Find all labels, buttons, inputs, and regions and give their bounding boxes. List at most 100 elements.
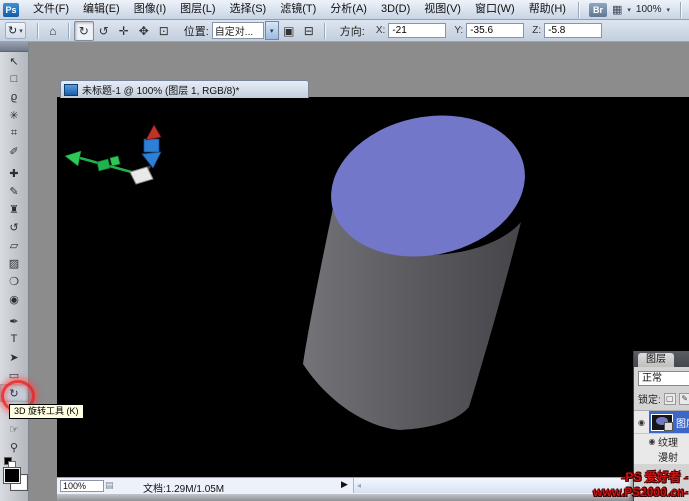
x-label: X: xyxy=(376,25,385,36)
tool-gradient[interactable]: ▨ xyxy=(0,254,28,272)
x-axis-box xyxy=(97,159,110,171)
lock-transparency-icon[interactable]: ▢ xyxy=(664,393,676,405)
tool-eraser[interactable]: ▱ xyxy=(0,236,28,254)
textures-row[interactable]: ◉ 纹理 xyxy=(634,434,689,449)
tool-history-brush[interactable]: ↺ xyxy=(0,218,28,236)
menu-window[interactable]: 窗口(W) xyxy=(468,0,522,19)
document-size-readout: 文档:1.29M/1.05M xyxy=(143,480,224,495)
3d-roll-mode-button[interactable]: ↺ xyxy=(94,21,114,41)
menu-select[interactable]: 选择(S) xyxy=(223,0,274,19)
menu-layer[interactable]: 图层(L) xyxy=(173,0,222,19)
widget-center-cube xyxy=(130,167,153,184)
chevron-down-icon[interactable]: ▾ xyxy=(265,21,279,40)
orientation-z-input[interactable] xyxy=(544,23,602,38)
dodge-tool-icon: ◉ xyxy=(9,293,19,306)
visibility-eye-icon[interactable]: ◉ xyxy=(646,437,658,446)
chevron-down-icon[interactable]: ▾ xyxy=(666,6,670,14)
lasso-tool-icon: ϱ xyxy=(11,91,17,103)
gradient-tool-icon: ▨ xyxy=(9,257,19,270)
path-selection-tool-icon: ➤ xyxy=(9,351,18,364)
divider xyxy=(324,23,325,39)
bridge-button[interactable]: Br xyxy=(589,3,607,17)
crop-tool-icon: ⌗ xyxy=(11,127,17,140)
3d-rotate-icon: ↻ xyxy=(8,24,17,37)
diffuse-row[interactable]: 漫射 xyxy=(634,449,689,464)
document-tab[interactable]: 未标题-1 @ 100% (图层 1, RGB/8)* xyxy=(60,80,309,98)
divider xyxy=(578,2,579,18)
diffuse-label: 漫射 xyxy=(658,449,678,464)
panel-tab-strip: 图层 xyxy=(634,351,689,367)
tool-blur[interactable]: ❍ xyxy=(0,272,28,290)
tool-quick-selection[interactable]: ✳ xyxy=(0,106,28,124)
blur-tool-icon: ❍ xyxy=(9,275,19,288)
tool-pen[interactable]: ✒ xyxy=(0,312,28,330)
foreground-color-swatch[interactable] xyxy=(4,468,20,483)
menu-view[interactable]: 视图(V) xyxy=(417,0,468,19)
palette-grip[interactable] xyxy=(0,42,28,52)
orientation-x-input[interactable] xyxy=(388,23,446,38)
tool-eyedropper[interactable]: ✐ xyxy=(0,142,28,160)
document-canvas[interactable] xyxy=(57,97,689,477)
3d-slide-mode-button[interactable]: ✥ xyxy=(134,21,154,41)
scroll-left-icon[interactable]: ◂ xyxy=(357,481,361,490)
save-view-button[interactable]: ▣ xyxy=(279,21,299,41)
visibility-eye-icon[interactable]: ◉ xyxy=(634,418,649,427)
photoshop-logo-icon[interactable]: Ps xyxy=(3,3,19,17)
tool-path-selection[interactable]: ➤ xyxy=(0,348,28,366)
menu-help[interactable]: 帮助(H) xyxy=(522,0,573,19)
tool-crop[interactable]: ⌗ xyxy=(0,124,28,142)
tool-zoom[interactable]: ⚲ xyxy=(0,438,28,456)
menu-analysis[interactable]: 分析(A) xyxy=(323,0,374,19)
tool-tooltip: 3D 旋转工具 (K) xyxy=(9,404,84,419)
options-bar: ↻ ▾ ⌂ ↻ ↺ ✛ ✥ ⊡ 位置: 自定对... ▾ ▣ ⊟ 方向: X: … xyxy=(0,20,689,42)
3d-rotate-mode-button[interactable]: ↻ xyxy=(74,21,94,41)
zoom-level-dropdown[interactable]: 100% xyxy=(636,4,662,15)
tool-marquee[interactable]: □ xyxy=(0,70,28,88)
lock-pixels-icon[interactable]: ✎ xyxy=(679,393,689,405)
menu-image[interactable]: 图像(I) xyxy=(127,0,173,19)
zoom-tool-icon: ⚲ xyxy=(10,441,18,454)
3d-layer-badge-icon xyxy=(664,422,673,431)
tool-hand[interactable]: ☞ xyxy=(0,420,28,438)
blend-mode-dropdown[interactable]: 正常 xyxy=(638,371,689,386)
textures-label: 纹理 xyxy=(658,434,678,449)
layer-name[interactable]: 图层 1 xyxy=(676,415,689,430)
menu-3d[interactable]: 3D(D) xyxy=(374,0,417,19)
status-zoom-input[interactable]: 100% xyxy=(60,480,104,492)
z-label: Z: xyxy=(532,25,541,36)
return-home-button[interactable]: ⌂ xyxy=(43,21,63,41)
menu-file[interactable]: 文件(F) xyxy=(26,0,76,19)
tab-layers[interactable]: 图层 xyxy=(638,353,674,367)
hand-tool-icon: ☞ xyxy=(9,423,19,436)
status-menu-arrow-icon[interactable]: ▶ xyxy=(341,479,348,490)
orientation-label: 方向: xyxy=(340,23,365,39)
layer-row-selected[interactable]: ◉ 图层 1 xyxy=(634,411,689,434)
tool-preset-picker[interactable]: ↻ ▾ xyxy=(5,22,26,39)
tool-lasso[interactable]: ϱ xyxy=(0,88,28,106)
tool-brush[interactable]: ✎ xyxy=(0,182,28,200)
menu-filter[interactable]: 滤镜(T) xyxy=(273,0,323,19)
3d-pan-mode-button[interactable]: ✛ xyxy=(114,21,134,41)
divider xyxy=(680,2,681,18)
status-options-icon[interactable]: ▤ xyxy=(105,480,114,491)
position-dropdown[interactable]: 自定对... xyxy=(212,22,264,39)
watermark-line1: -PS 爱好者 - xyxy=(593,470,688,485)
z-axis-box xyxy=(144,139,159,152)
chevron-down-icon[interactable]: ▾ xyxy=(627,6,631,14)
tool-dodge[interactable]: ◉ xyxy=(0,290,28,308)
quick-selection-tool-icon: ✳ xyxy=(9,109,18,122)
position-label: 位置: xyxy=(184,23,209,39)
view-extras-icon[interactable]: ▦ xyxy=(612,3,622,16)
orientation-y-input[interactable] xyxy=(466,23,524,38)
delete-view-button[interactable]: ⊟ xyxy=(299,21,319,41)
menu-edit[interactable]: 编辑(E) xyxy=(76,0,127,19)
3d-scale-mode-button[interactable]: ⊡ xyxy=(154,21,174,41)
tool-move[interactable]: ↖ xyxy=(0,52,28,70)
type-tool-icon: T xyxy=(11,333,18,345)
tool-healing-brush[interactable]: ✚ xyxy=(0,164,28,182)
healing-brush-tool-icon: ✚ xyxy=(9,167,18,180)
watermark-line2: www.PS2000.cn- xyxy=(593,485,688,500)
tool-clone-stamp[interactable]: ♜ xyxy=(0,200,28,218)
tool-type[interactable]: T xyxy=(0,330,28,348)
layer-thumbnail[interactable] xyxy=(651,414,673,431)
